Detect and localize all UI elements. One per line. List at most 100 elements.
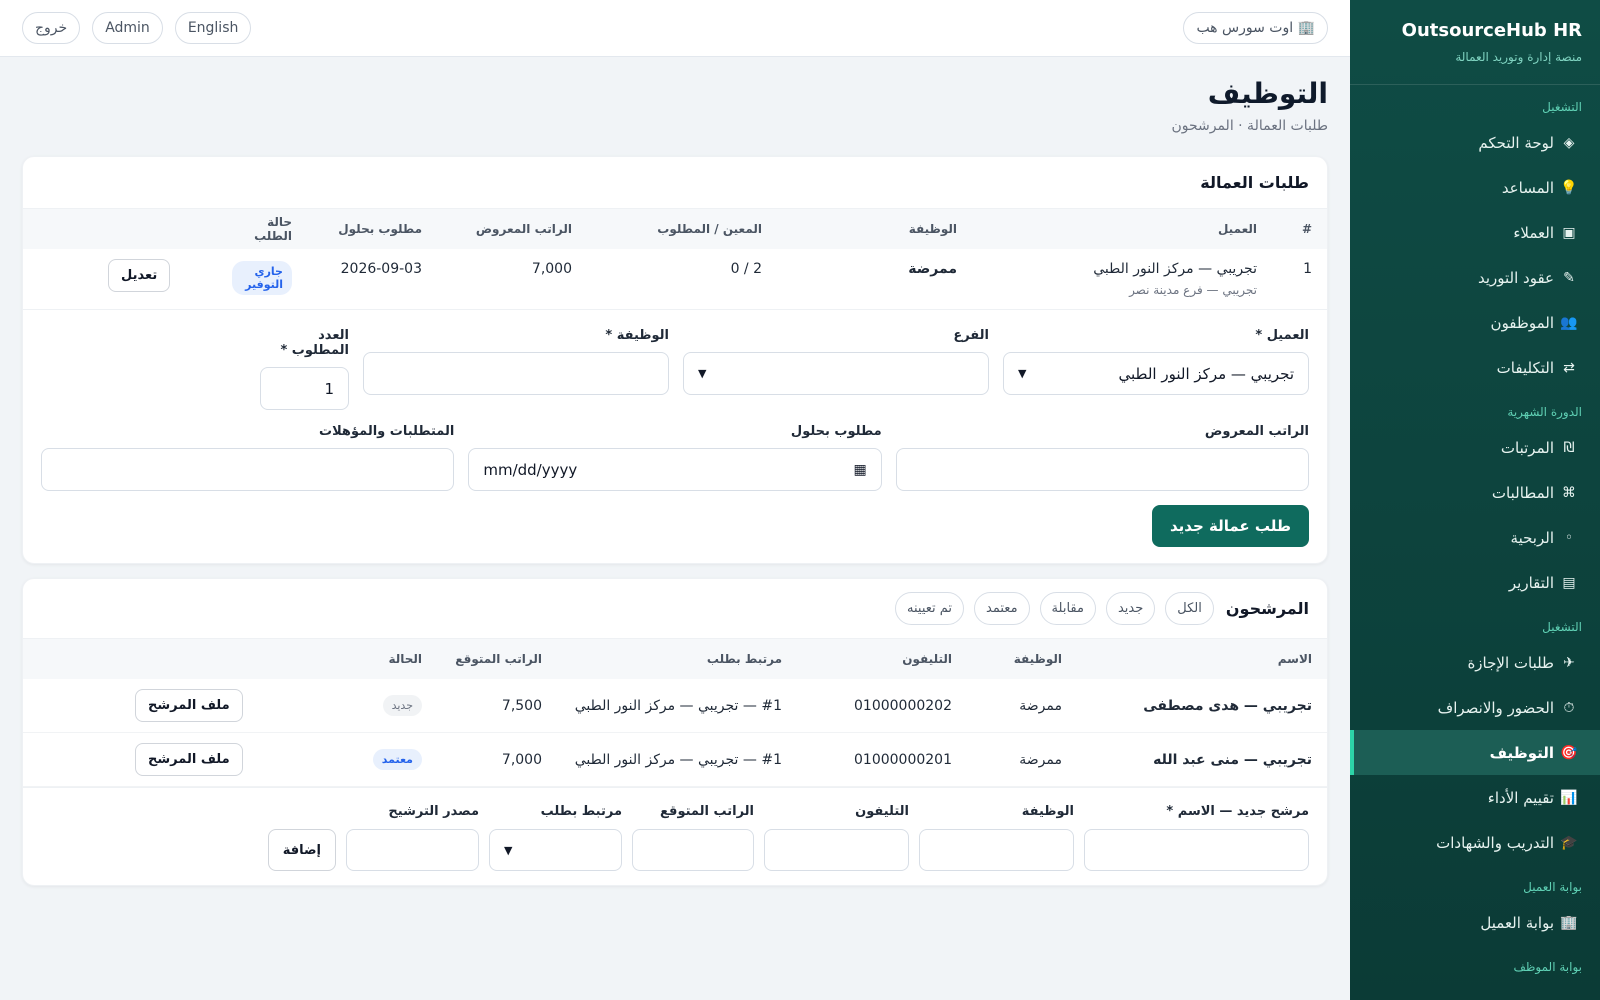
salary-input[interactable]	[895, 448, 1309, 491]
sidebar-item-contracts[interactable]: ✎ عقود التوريد	[1350, 255, 1600, 300]
brand-title: OutsourceHub HR	[1401, 20, 1582, 41]
candidate-salary-input[interactable]	[632, 829, 754, 871]
candidate-name-input[interactable]	[1084, 829, 1309, 871]
page-header: التوظيف طلبات العمالة · المرشحون	[0, 57, 1350, 134]
sidebar-item-leave-requests[interactable]: ✈ طلبات الإجازة	[1350, 640, 1600, 685]
request-due-date: 2026-09-03	[340, 261, 422, 277]
sidebar-item-reports[interactable]: ▤ التقارير	[1350, 560, 1600, 605]
table-header-row: # العميل الوظيفة المعين / المطلوب الراتب…	[23, 209, 1327, 249]
requirements-input[interactable]	[41, 448, 455, 491]
job-input[interactable]	[363, 352, 669, 395]
count-input[interactable]: 1	[260, 367, 349, 410]
column-header: التليفون	[797, 639, 967, 679]
column-header: مطلوب بحلول	[307, 209, 437, 249]
candidate-salary: 7,500	[437, 679, 557, 733]
sidebar-item-claims[interactable]: ⌘ المطالبات	[1350, 470, 1600, 515]
sidebar-item-payroll[interactable]: ₪ المرتبات	[1350, 425, 1600, 470]
candidates-card: المرشحون الكل جديد مقابلة معتمد تم تعيين…	[22, 578, 1328, 886]
edit-request-button[interactable]: تعديل	[108, 259, 171, 292]
candidate-linked-field: مرتبط بطلب ▼	[489, 804, 622, 871]
candidate-source-input[interactable]	[346, 829, 479, 871]
reports-icon: ▤	[1562, 574, 1576, 591]
column-header: الحالة	[357, 639, 437, 679]
filter-new[interactable]: جديد	[1105, 592, 1156, 625]
candidate-job-input[interactable]	[919, 829, 1074, 871]
sidebar-item-attendance[interactable]: ⏱ الحضور والانصراف	[1350, 685, 1600, 730]
column-header: العميل	[972, 209, 1272, 249]
nav-section-operations: التشغيل	[1542, 100, 1582, 114]
candidate-job-field: الوظيفة	[919, 804, 1074, 871]
sidebar-item-label: العملاء	[1513, 223, 1554, 242]
candidate-source-field: مصدر الترشيح	[346, 804, 479, 871]
sidebar-item-assistant[interactable]: 💡 المساعد	[1350, 165, 1600, 210]
nav-section-operations-2: التشغيل	[1542, 620, 1582, 634]
status-badge: معتمد	[372, 749, 422, 770]
column-header-actions	[23, 209, 217, 249]
column-header: الوظيفة	[967, 639, 1077, 679]
filter-all[interactable]: الكل	[1165, 592, 1214, 625]
main-content: 🏢 اوت سورس هب خروج Admin English التوظيف…	[0, 0, 1350, 1000]
stopwatch-icon: ⏱	[1563, 699, 1575, 716]
column-header: الراتب المعروض	[437, 209, 587, 249]
request-job: ممرضة	[908, 261, 957, 277]
table-header-row: الاسم الوظيفة التليفون مرتبط بطلب الراتب…	[23, 639, 1327, 679]
count-label: العدد المطلوب *	[280, 328, 349, 358]
org-switcher[interactable]: 🏢 اوت سورس هب	[1183, 12, 1328, 44]
add-candidate-button[interactable]: إضافة	[267, 829, 336, 871]
calendar-icon[interactable]: ▦	[853, 462, 866, 478]
table-row: تجريبي — منى عبد الله ممرضة 01000000201 …	[23, 732, 1327, 787]
due-date-input[interactable]: mm/dd/yyyy ▦	[468, 448, 882, 491]
column-header: حالة الطلب	[217, 209, 307, 249]
sidebar-item-label: الموظفون	[1490, 313, 1554, 332]
new-request-button[interactable]: طلب عمالة جديد	[1151, 505, 1309, 547]
sidebar-item-dashboard[interactable]: ◈ لوحة التحكم	[1350, 120, 1600, 165]
sidebar-item-performance[interactable]: 📊 تقييم الأداء	[1350, 775, 1600, 820]
sidebar-item-label: بوابة العميل	[1480, 913, 1554, 932]
client-select[interactable]: تجريبي — مركز النور الطبي ▼	[1003, 352, 1309, 395]
sidebar-item-label: التوظيف	[1489, 743, 1554, 762]
filter-approved[interactable]: معتمد	[974, 592, 1030, 625]
sidebar-item-training[interactable]: 🎓 التدريب والشهادات	[1350, 820, 1600, 865]
candidate-profile-button[interactable]: ملف المرشح	[135, 689, 243, 722]
sidebar-item-assignments[interactable]: ⇄ التكليفات	[1350, 345, 1600, 390]
column-header: الوظيفة	[777, 209, 972, 249]
logout-button[interactable]: خروج	[22, 12, 81, 44]
swap-icon: ⇄	[1563, 359, 1575, 376]
candidate-profile-button[interactable]: ملف المرشح	[135, 743, 243, 776]
candidate-phone-field: التليفون	[764, 804, 909, 871]
sidebar-item-client-portal[interactable]: 🏢 بوابة العميل	[1350, 900, 1600, 945]
salary-field: الراتب المعروض	[895, 424, 1309, 491]
topbar: 🏢 اوت سورس هب خروج Admin English	[0, 0, 1350, 57]
lightbulb-icon: 💡	[1560, 179, 1578, 196]
candidate-phone-label: التليفون	[855, 804, 909, 819]
filter-hired[interactable]: تم تعيينه	[895, 592, 965, 625]
candidate-job: ممرضة	[967, 732, 1077, 787]
candidate-linked-select[interactable]: ▼	[489, 829, 622, 871]
request-client: تجريبي — مركز النور الطبي	[1093, 261, 1257, 277]
topbar-actions: خروج Admin English	[22, 12, 252, 44]
language-toggle[interactable]: English	[174, 12, 252, 44]
nav-section-employee-portal: بوابة الموظف	[1513, 960, 1582, 974]
nav-section-monthly: الدورة الشهرية	[1507, 405, 1582, 419]
user-menu[interactable]: Admin	[92, 12, 163, 44]
target-icon: 🎯	[1560, 744, 1578, 761]
candidate-status-cell: معتمد	[357, 732, 437, 787]
candidate-salary: 7,000	[437, 732, 557, 787]
branch-label: الفرع	[953, 328, 989, 343]
sidebar-item-clients[interactable]: ▣ العملاء	[1350, 210, 1600, 255]
branch-select[interactable]: ▼	[683, 352, 989, 395]
candidate-linked-label: مرتبط بطلب	[540, 804, 622, 819]
due-date-placeholder: mm/dd/yyyy	[483, 460, 578, 479]
sidebar-item-profitability[interactable]: ◦ الربحية	[1350, 515, 1600, 560]
request-status-cell: جاري التوفير	[217, 249, 307, 309]
request-actions-cell: تعديل	[23, 249, 217, 309]
sidebar-item-recruitment[interactable]: 🎯 التوظيف	[1350, 730, 1600, 775]
filter-interview[interactable]: مقابلة	[1039, 592, 1096, 625]
clients-icon: ▣	[1562, 224, 1576, 241]
column-header: #	[1272, 209, 1327, 249]
candidate-phone-input[interactable]	[764, 829, 909, 871]
candidate-name-label: مرشح جديد — الاسم *	[1166, 804, 1309, 819]
graduation-cap-icon: 🎓	[1560, 834, 1578, 851]
sidebar-item-employees[interactable]: 👥 الموظفون	[1350, 300, 1600, 345]
requirements-field: المتطلبات والمؤهلات	[41, 424, 455, 491]
